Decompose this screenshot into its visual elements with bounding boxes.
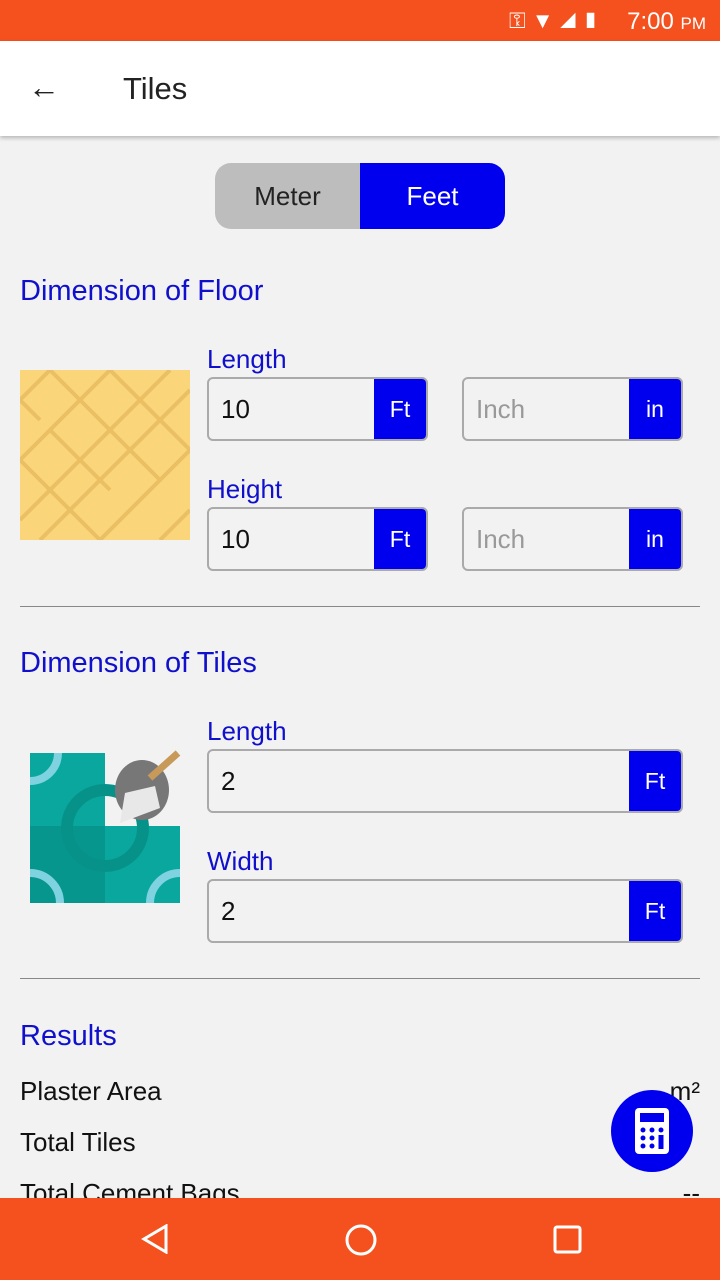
divider — [20, 978, 700, 979]
status-icons: ⚿▼◢▮ — [508, 8, 605, 33]
tile-length-input[interactable]: 2 Ft — [207, 749, 683, 813]
results-heading: Results — [20, 1020, 117, 1052]
status-bar: ⚿▼◢▮ 7:00 PM — [0, 0, 720, 41]
result-plaster-area: Plaster Area m² — [20, 1076, 700, 1107]
floor-length-value[interactable]: 10 — [209, 394, 374, 425]
back-arrow-icon[interactable]: ← — [28, 69, 60, 106]
home-nav-icon[interactable] — [344, 1223, 378, 1257]
result-label: Total Tiles — [20, 1127, 136, 1157]
result-total-tiles: Total Tiles — [20, 1127, 700, 1158]
floor-height-label: Height — [207, 474, 283, 504]
floor-length-label: Length — [207, 344, 287, 374]
feet-unit: Ft — [374, 509, 426, 569]
feet-unit: Ft — [629, 881, 681, 941]
tiles-image — [30, 750, 181, 903]
navigation-bar — [0, 1198, 720, 1280]
tile-width-label: Width — [207, 846, 274, 876]
meter-option[interactable]: Meter — [215, 163, 360, 229]
ampm: PM — [680, 14, 707, 33]
tile-length-label: Length — [207, 716, 287, 746]
tiles-heading: Dimension of Tiles — [20, 647, 257, 679]
feet-unit: Ft — [374, 379, 426, 439]
result-label: Plaster Area — [20, 1076, 162, 1106]
unit-toggle: Meter Feet — [215, 163, 505, 229]
app-bar: ← Tiles — [0, 41, 720, 136]
floor-height-value[interactable]: 10 — [209, 524, 374, 555]
feet-option[interactable]: Feet — [360, 163, 505, 229]
divider — [20, 606, 700, 607]
inch-unit: in — [629, 509, 681, 569]
back-nav-icon[interactable] — [140, 1224, 170, 1254]
floor-length-inch-input[interactable]: Inch in — [462, 377, 683, 441]
recents-nav-icon[interactable] — [553, 1225, 583, 1255]
tile-width-input[interactable]: 2 Ft — [207, 879, 683, 943]
calculate-button[interactable] — [611, 1090, 693, 1172]
floor-heading: Dimension of Floor — [20, 275, 264, 307]
floor-image — [20, 370, 190, 540]
floor-length-feet-input[interactable]: 10 Ft — [207, 377, 428, 441]
floor-height-inch-input[interactable]: Inch in — [462, 507, 683, 571]
inch-unit: in — [629, 379, 681, 439]
inch-placeholder[interactable]: Inch — [464, 524, 629, 555]
floor-height-feet-input[interactable]: 10 Ft — [207, 507, 428, 571]
inch-placeholder[interactable]: Inch — [464, 394, 629, 425]
page-title: Tiles — [123, 71, 188, 106]
calculator-icon — [635, 1108, 669, 1154]
tile-width-value[interactable]: 2 — [209, 896, 629, 927]
feet-unit: Ft — [629, 751, 681, 811]
tile-length-value[interactable]: 2 — [209, 766, 629, 797]
clock: 7:00 — [627, 8, 674, 35]
